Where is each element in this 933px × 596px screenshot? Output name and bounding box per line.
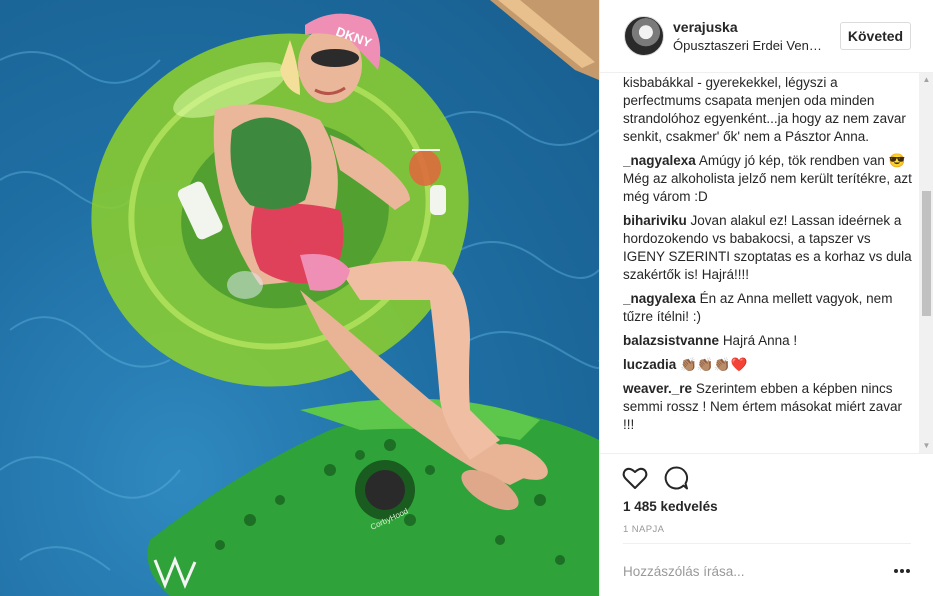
pool-deck <box>490 0 599 80</box>
post-header: verajuska Ópusztaszeri Erdei Vendégház K… <box>600 0 933 73</box>
comment-item: bihariviku Jovan alakul ez! Lassan ideér… <box>623 212 915 284</box>
post-side-panel: verajuska Ópusztaszeri Erdei Vendégház K… <box>599 0 933 596</box>
avatar[interactable] <box>624 16 664 56</box>
photo-illustration: DKNY CorbyHood <box>0 0 599 596</box>
comment-item: weaver._re Szerintem ebben a képben ninc… <box>623 380 915 434</box>
comment-continuation: kisbabákkal - gyerekekkel, légyszi a per… <box>623 75 906 144</box>
follow-button[interactable]: Követed <box>840 22 911 50</box>
username-link[interactable]: verajuska <box>673 19 738 35</box>
more-options-icon[interactable] <box>893 564 911 578</box>
post-timestamp[interactable]: 1 NAPJA <box>623 524 664 535</box>
comment-icon[interactable] <box>662 464 690 492</box>
comment-item: _nagyalexa Én az Anna mellett vagyok, ne… <box>623 290 915 326</box>
scroll-down-arrow-icon[interactable]: ▼ <box>919 439 933 453</box>
comment-text: Hajrá Anna ! <box>722 333 798 348</box>
comment-item: _nagyalexa Amúgy jó kép, tök rendben van… <box>623 152 915 206</box>
comment-item: luczadia 👏🏽👏🏽👏🏽❤️ <box>623 356 915 374</box>
comment-item: balazsistvanne Hajrá Anna ! <box>623 332 915 350</box>
likes-count[interactable]: 1 485 kedvelés <box>623 499 718 514</box>
scroll-up-arrow-icon[interactable]: ▲ <box>919 73 933 87</box>
post-photo[interactable]: DKNY CorbyHood <box>0 0 599 596</box>
location-link[interactable]: Ópusztaszeri Erdei Vendégház <box>673 38 823 53</box>
scrollbar-thumb[interactable] <box>922 191 931 316</box>
comment-text: 👏🏽👏🏽👏🏽❤️ <box>680 357 748 372</box>
heart-icon[interactable] <box>621 464 649 492</box>
clear-glass <box>227 271 263 299</box>
comments-scrollbar[interactable]: ▲ ▼ <box>919 73 933 453</box>
add-comment-bar <box>623 543 911 596</box>
post-actions: 1 485 kedvelés 1 NAPJA <box>600 453 933 543</box>
comment-author[interactable]: weaver._re <box>623 381 692 396</box>
comment-author[interactable]: balazsistvanne <box>623 333 719 348</box>
comment-author[interactable]: _nagyalexa <box>623 153 696 168</box>
crocodile-float <box>147 398 599 596</box>
comments-list: kisbabákkal - gyerekekkel, légyszi a per… <box>623 73 915 453</box>
comment-input[interactable] <box>623 557 873 585</box>
comment-author[interactable]: luczadia <box>623 357 676 372</box>
comment-author[interactable]: bihariviku <box>623 213 687 228</box>
comment-author[interactable]: _nagyalexa <box>623 291 696 306</box>
